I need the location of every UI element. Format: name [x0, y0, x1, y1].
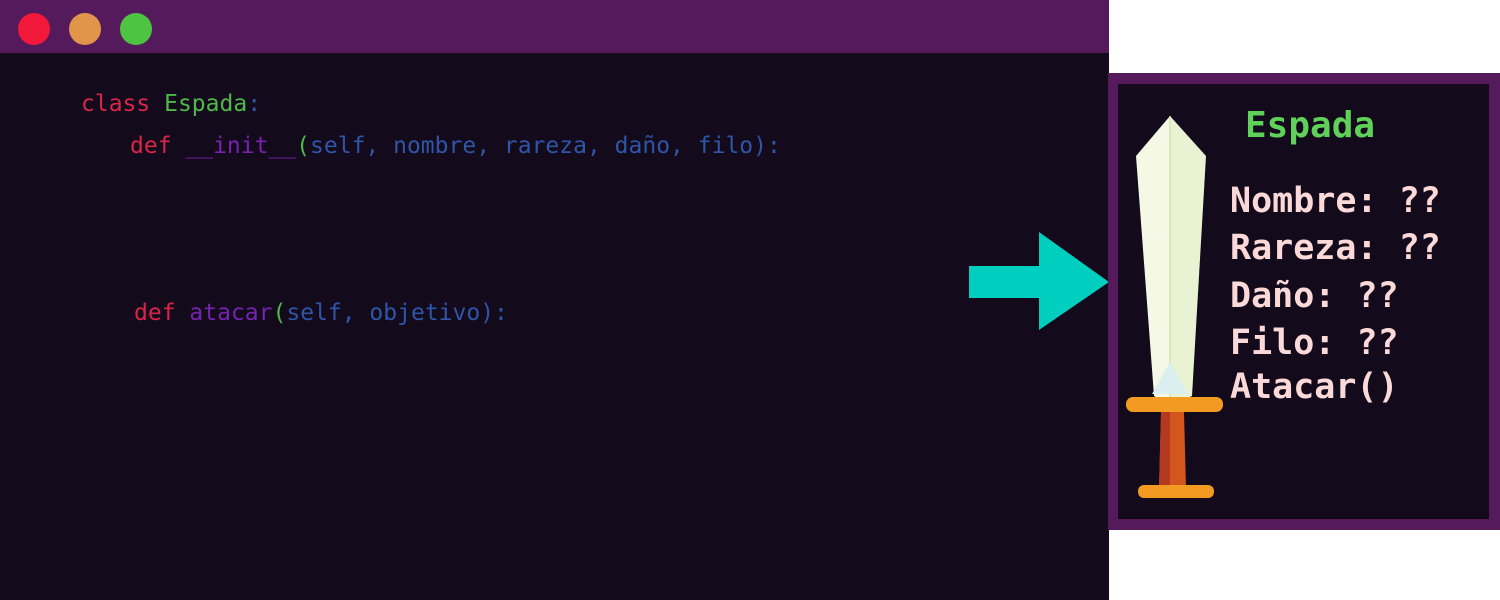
- code-token: self, objetivo):: [286, 300, 508, 326]
- arrow-shape: [969, 232, 1109, 330]
- sword-blade-right: [1170, 116, 1206, 406]
- maximize-window-button[interactable]: [120, 13, 152, 45]
- card-attribute-rareza: Rareza: ??: [1230, 228, 1441, 268]
- arrow-right-icon: [969, 232, 1109, 330]
- card-attribute-dano: Daño: ??: [1230, 276, 1399, 316]
- sword-icon: [1126, 116, 1223, 498]
- code-token: atacar: [189, 300, 273, 326]
- code-line-init: def __init__(self, nombre, rareza, daño,…: [130, 132, 781, 160]
- card-attribute-filo: Filo: ??: [1230, 323, 1399, 363]
- window-titlebar: [0, 0, 1109, 53]
- code-editor-window: class Espada: def __init__(self, nombre,…: [0, 0, 1109, 600]
- sword-crossguard: [1126, 397, 1223, 412]
- code-token: def: [134, 300, 190, 326]
- code-line-class: class Espada:: [81, 90, 261, 118]
- code-line-atacar: def atacar(self, objetivo):: [134, 299, 508, 327]
- card-title: Espada: [1245, 105, 1376, 146]
- code-token: def: [130, 133, 186, 159]
- code-token: (: [296, 133, 311, 159]
- code-token: Espada: [164, 91, 248, 117]
- code-token: self, nombre, rareza, daño, filo):: [310, 133, 781, 159]
- sword-grip-shade: [1159, 412, 1170, 488]
- card-attribute-nombre: Nombre: ??: [1230, 181, 1441, 221]
- code-token: (: [272, 300, 287, 326]
- code-token: __init__: [185, 133, 297, 159]
- minimize-window-button[interactable]: [69, 13, 101, 45]
- card-attribute-atacar: Atacar(): [1230, 367, 1399, 407]
- code-token: class: [81, 91, 165, 117]
- code-token: :: [247, 91, 262, 117]
- sword-pommel: [1138, 485, 1214, 498]
- sword-blade-left: [1136, 116, 1170, 406]
- close-window-button[interactable]: [18, 13, 50, 45]
